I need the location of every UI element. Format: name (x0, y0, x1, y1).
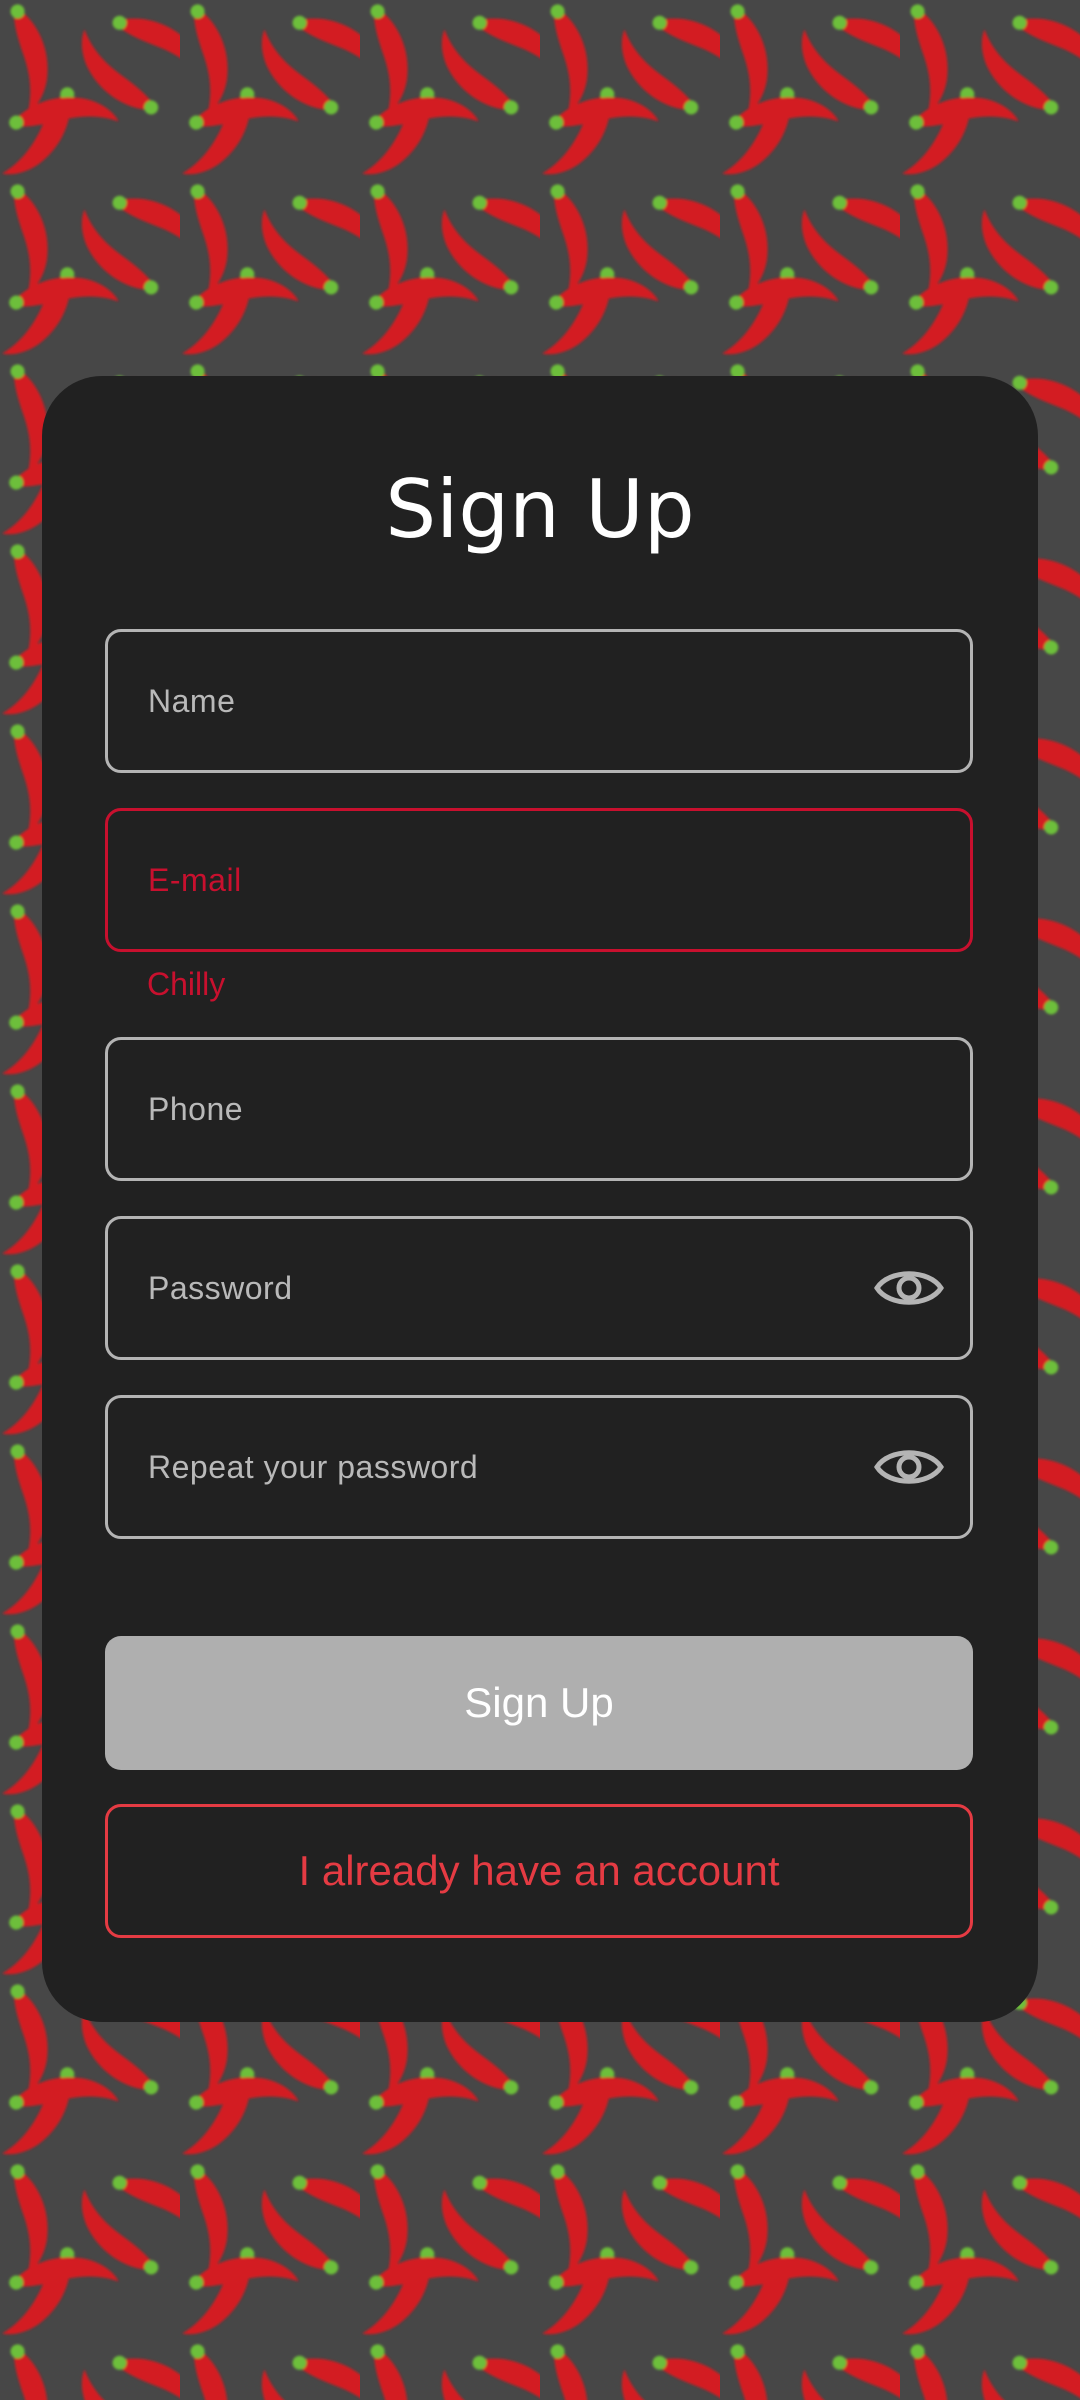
repeat-password-field[interactable]: Repeat your password (105, 1395, 973, 1539)
already-have-account-button[interactable]: I already have an account (105, 1804, 973, 1938)
sign-up-button[interactable]: Sign Up (105, 1636, 973, 1770)
password-placeholder: Password (148, 1269, 293, 1306)
page-title: Sign Up (385, 463, 695, 556)
email-error-text: Chilly (147, 966, 226, 1002)
name-field[interactable]: Name (105, 629, 973, 773)
email-field[interactable]: E-mail (105, 808, 973, 952)
phone-field[interactable]: Phone (105, 1037, 973, 1181)
repeat-password-placeholder: Repeat your password (148, 1448, 479, 1485)
eye-icon[interactable] (872, 1258, 946, 1318)
email-placeholder: E-mail (148, 861, 242, 898)
signup-card (42, 376, 1038, 2022)
eye-icon[interactable] (872, 1437, 946, 1497)
phone-placeholder: Phone (148, 1090, 244, 1127)
name-placeholder: Name (148, 682, 236, 719)
password-field[interactable]: Password (105, 1216, 973, 1360)
